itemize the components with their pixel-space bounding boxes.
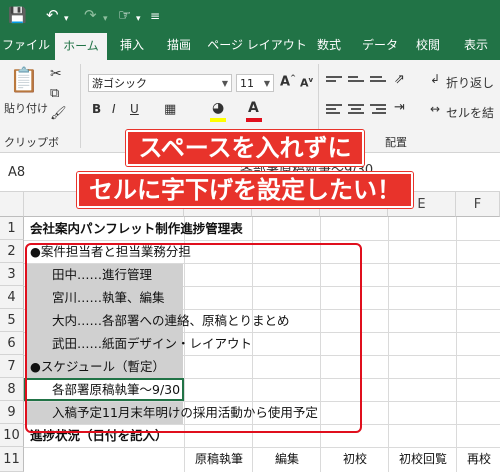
chevron-down-icon: ▼: [263, 79, 270, 88]
format-painter-icon[interactable]: 🖌: [50, 106, 67, 121]
align-top-icon[interactable]: [326, 74, 342, 88]
tab-file[interactable]: ファイル: [0, 30, 52, 60]
wrap-text-label[interactable]: 折り返し: [446, 74, 494, 91]
select-all-corner[interactable]: [0, 192, 24, 217]
ribbon-tabs: ファイル ホーム 挿入 描画 ページ レイアウト 数式 データ 校閲 表示: [0, 30, 500, 60]
row-header[interactable]: 9: [0, 401, 24, 424]
merge-cells-icon[interactable]: ↔: [430, 102, 440, 116]
cell-a1[interactable]: 会社案内パンフレット制作進捗管理表: [30, 217, 243, 240]
align-bottom-icon[interactable]: [370, 74, 386, 88]
row-header[interactable]: 6: [0, 332, 24, 355]
name-box[interactable]: A8: [8, 165, 25, 180]
underline-button[interactable]: U: [130, 102, 139, 116]
touch-dropdown-icon[interactable]: ▾: [136, 10, 141, 28]
cut-icon[interactable]: ✂: [50, 66, 62, 82]
highlight-box: [25, 243, 362, 433]
row-header[interactable]: 5: [0, 309, 24, 332]
annotation-overlay: スペースを入れずに セルに字下げを設定したい！: [40, 128, 450, 208]
cell-d11[interactable]: 初校: [322, 448, 388, 471]
font-color-icon[interactable]: A: [248, 100, 259, 116]
tab-data[interactable]: データ: [358, 30, 402, 60]
grid-line: [456, 217, 457, 472]
save-icon[interactable]: 💾: [8, 6, 27, 24]
grid-line: [388, 217, 389, 472]
row-header[interactable]: 11: [0, 447, 24, 472]
row-header[interactable]: 7: [0, 355, 24, 378]
copy-icon[interactable]: ⧉: [50, 86, 59, 101]
row-header[interactable]: 10: [0, 424, 24, 447]
chevron-down-icon: ▼: [221, 79, 228, 88]
cell-e11[interactable]: 初校回覧: [390, 448, 456, 471]
indent-icon[interactable]: ⇥: [394, 100, 405, 115]
border-icon[interactable]: ▦: [164, 102, 176, 117]
redo-dropdown-icon[interactable]: ▾: [103, 10, 108, 28]
cell-f11[interactable]: 再校: [458, 448, 500, 471]
font-name-dropdown[interactable]: 游ゴシック ▼: [88, 74, 232, 92]
tab-page-layout[interactable]: ページ レイアウト: [207, 30, 307, 60]
customize-icon[interactable]: ≡: [150, 7, 160, 25]
row-header[interactable]: 8: [0, 378, 24, 401]
column-header-f[interactable]: F: [456, 192, 500, 217]
font-size-value: 11: [240, 77, 254, 90]
align-right-icon[interactable]: [370, 102, 386, 116]
cell-c11[interactable]: 編集: [254, 448, 320, 471]
paste-icon[interactable]: 📋: [6, 66, 42, 94]
italic-button[interactable]: I: [112, 102, 116, 116]
decrease-font-icon[interactable]: Av: [300, 76, 313, 90]
row-header[interactable]: 2: [0, 240, 24, 263]
undo-icon[interactable]: ↶: [46, 6, 59, 24]
row-header[interactable]: 1: [0, 217, 24, 240]
tab-insert[interactable]: 挿入: [112, 30, 152, 60]
merge-cells-label[interactable]: セルを結: [446, 104, 494, 121]
orientation-icon[interactable]: ⇗: [394, 72, 405, 87]
tab-draw[interactable]: 描画: [158, 30, 200, 60]
align-left-icon[interactable]: [326, 102, 342, 116]
annotation-line-1: スペースを入れずに: [40, 128, 450, 166]
row-header[interactable]: 3: [0, 263, 24, 286]
undo-dropdown-icon[interactable]: ▾: [64, 10, 69, 28]
tab-formulas[interactable]: 数式: [308, 30, 350, 60]
row-header[interactable]: 4: [0, 286, 24, 309]
font-name-value: 游ゴシック: [92, 77, 147, 90]
font-size-dropdown[interactable]: 11 ▼: [236, 74, 274, 92]
wrap-text-icon[interactable]: ↲: [430, 72, 440, 86]
bold-button[interactable]: B: [92, 102, 101, 116]
increase-font-icon[interactable]: A^: [280, 74, 296, 89]
annotation-line-2: セルに字下げを設定したい！: [40, 170, 450, 208]
font-color-swatch: [246, 118, 262, 122]
fill-color-swatch: [210, 118, 226, 122]
align-middle-icon[interactable]: [348, 74, 364, 88]
title-bar: 💾 ↶ ▾ ↷ ▾ ☞ ▾ ≡: [0, 0, 500, 30]
tab-home[interactable]: ホーム: [55, 33, 107, 60]
tab-review[interactable]: 校閲: [408, 30, 448, 60]
paste-button-label[interactable]: 貼り付け: [4, 100, 48, 116]
redo-icon[interactable]: ↷: [84, 6, 97, 24]
touch-mode-icon[interactable]: ☞: [118, 6, 131, 24]
cell-b11[interactable]: 原稿執筆: [186, 448, 252, 471]
fill-color-icon[interactable]: ◕: [212, 100, 224, 116]
tab-view[interactable]: 表示: [456, 30, 496, 60]
align-center-icon[interactable]: [348, 102, 364, 116]
